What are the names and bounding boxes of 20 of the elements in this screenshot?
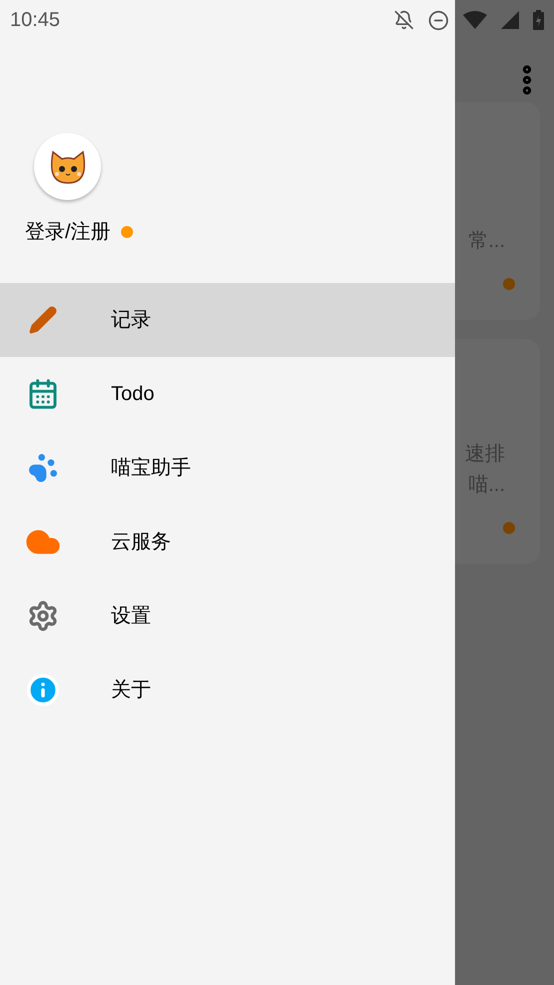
- info-icon: [26, 673, 60, 707]
- login-register-link[interactable]: 登录/注册: [25, 217, 111, 247]
- avatar[interactable]: [34, 133, 101, 200]
- settings-icon: [27, 600, 59, 632]
- paw-icon: [27, 452, 59, 484]
- drawer-item[interactable]: 设置: [0, 579, 455, 653]
- wifi-icon: [463, 10, 487, 30]
- drawer-item[interactable]: 关于: [0, 653, 455, 727]
- battery-icon: [533, 10, 544, 30]
- do-not-disturb-icon: [428, 10, 449, 30]
- bell-off-icon: [394, 10, 414, 30]
- calendar-icon: [27, 378, 59, 410]
- drawer-item[interactable]: Todo: [0, 357, 455, 431]
- pencil-icon: [28, 305, 58, 335]
- drawer-item[interactable]: 喵宝助手: [0, 431, 455, 505]
- signal-icon: [501, 11, 519, 29]
- drawer-item[interactable]: 云服务: [0, 505, 455, 579]
- drawer-item[interactable]: 记录: [0, 283, 455, 357]
- status-time: 10:45: [10, 8, 60, 33]
- cat-face-icon: [50, 150, 86, 184]
